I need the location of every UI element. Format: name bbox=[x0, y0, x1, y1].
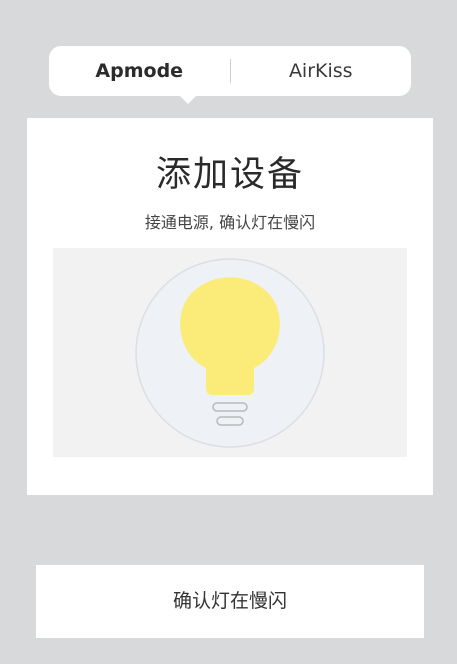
tab-apmode[interactable]: Apmode bbox=[49, 46, 230, 96]
device-illustration bbox=[53, 248, 407, 457]
lightbulb-icon bbox=[135, 258, 325, 448]
instruction-text: 接通电源, 确认灯在慢闪 bbox=[144, 213, 316, 232]
add-device-card: 添加设备 接通电源, 确认灯在慢闪 bbox=[27, 118, 433, 495]
active-tab-pointer bbox=[179, 95, 197, 104]
confirm-light-blinking-button[interactable]: 确认灯在慢闪 bbox=[36, 565, 424, 638]
tab-airkiss[interactable]: AirKiss bbox=[231, 46, 412, 96]
mode-tab-bar: Apmode AirKiss bbox=[49, 46, 412, 104]
page-title: 添加设备 bbox=[155, 155, 304, 195]
